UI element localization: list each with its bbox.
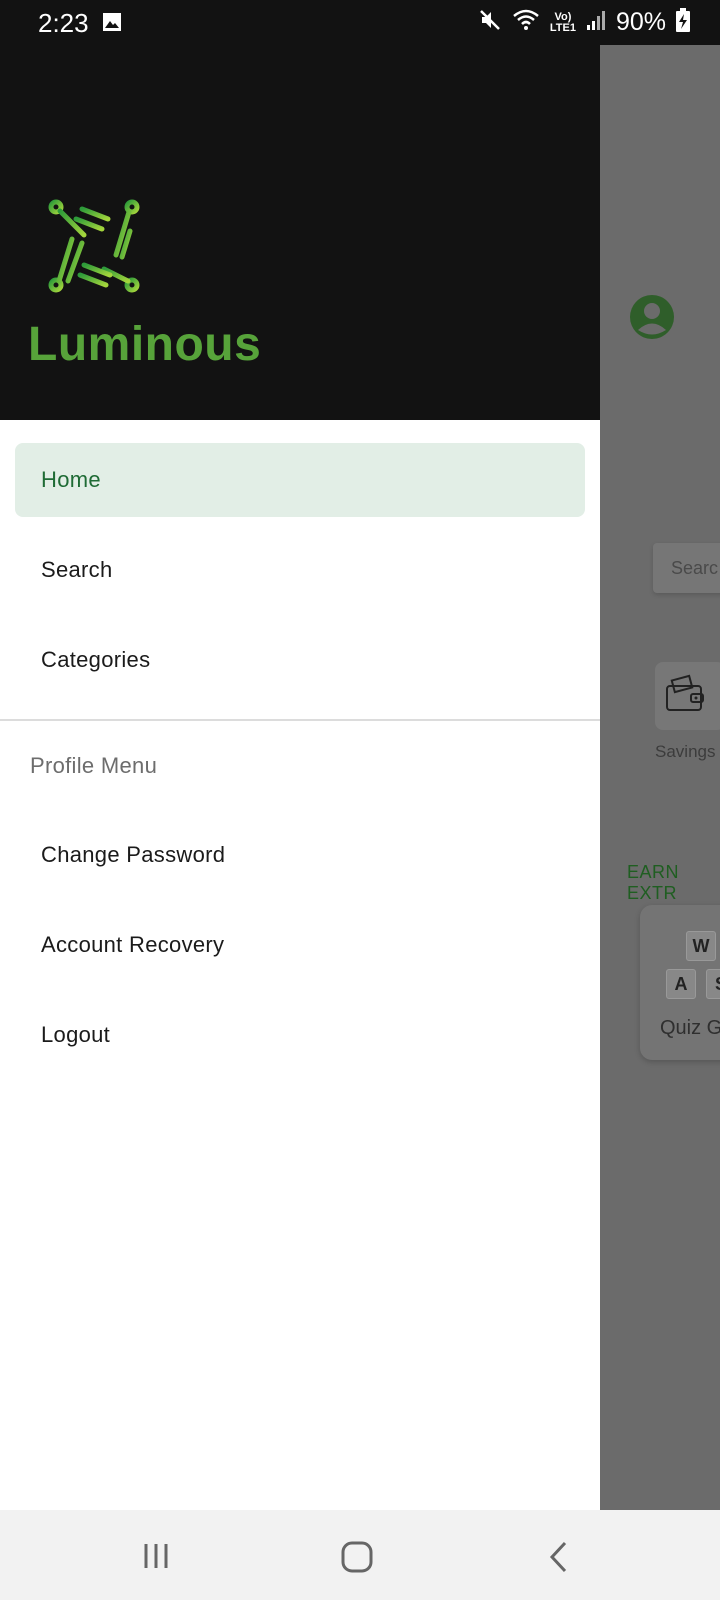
brand-name: Luminous [28, 318, 262, 371]
navigation-drawer: Luminous Home Search Categories Profile … [0, 45, 600, 1510]
key-w: W [686, 931, 716, 961]
search-input: Searc [653, 543, 720, 593]
drawer-item-home[interactable]: Home [15, 443, 585, 517]
wifi-icon [512, 8, 540, 37]
network-top-label: Vo) [554, 10, 572, 23]
gallery-icon [102, 12, 122, 37]
back-icon[interactable] [545, 1540, 575, 1579]
key-a: A [666, 969, 696, 999]
status-time: 2:23 [38, 8, 89, 38]
quiz-game-card: W A S Quiz G [640, 905, 720, 1060]
drawer-item-account-recovery[interactable]: Account Recovery [15, 908, 585, 982]
system-nav-bar [0, 1510, 720, 1600]
key-s: S [706, 969, 720, 999]
network-bottom-label: LTE1 [549, 21, 576, 34]
drawer-item-search[interactable]: Search [15, 533, 585, 607]
profile-menu-heading: Profile Menu [30, 753, 158, 778]
drawer-divider [0, 719, 600, 721]
battery-charging-icon [676, 8, 690, 37]
drawer-item-categories[interactable]: Categories [15, 623, 585, 697]
mute-icon [478, 8, 502, 37]
drawer-item-change-password[interactable]: Change Password [15, 818, 585, 892]
network-label: Vo) LTE1 [549, 10, 576, 34]
quiz-game-label: Quiz G [660, 1017, 720, 1039]
account-avatar-icon [630, 295, 674, 344]
drawer-header: Luminous [0, 45, 600, 420]
home-nav-icon[interactable] [340, 1540, 374, 1579]
earn-section-title: EARN EXTR [627, 862, 680, 903]
savings-tile [655, 662, 720, 730]
drawer-item-logout[interactable]: Logout [15, 998, 585, 1072]
savings-label: Savings [655, 742, 716, 761]
status-bar: 2:23 Vo) LTE1 90% [0, 0, 720, 45]
recent-apps-icon[interactable] [140, 1540, 172, 1577]
battery-percent: 90% [615, 8, 666, 36]
signal-icon [586, 9, 606, 36]
luminous-logo-icon [44, 197, 144, 302]
